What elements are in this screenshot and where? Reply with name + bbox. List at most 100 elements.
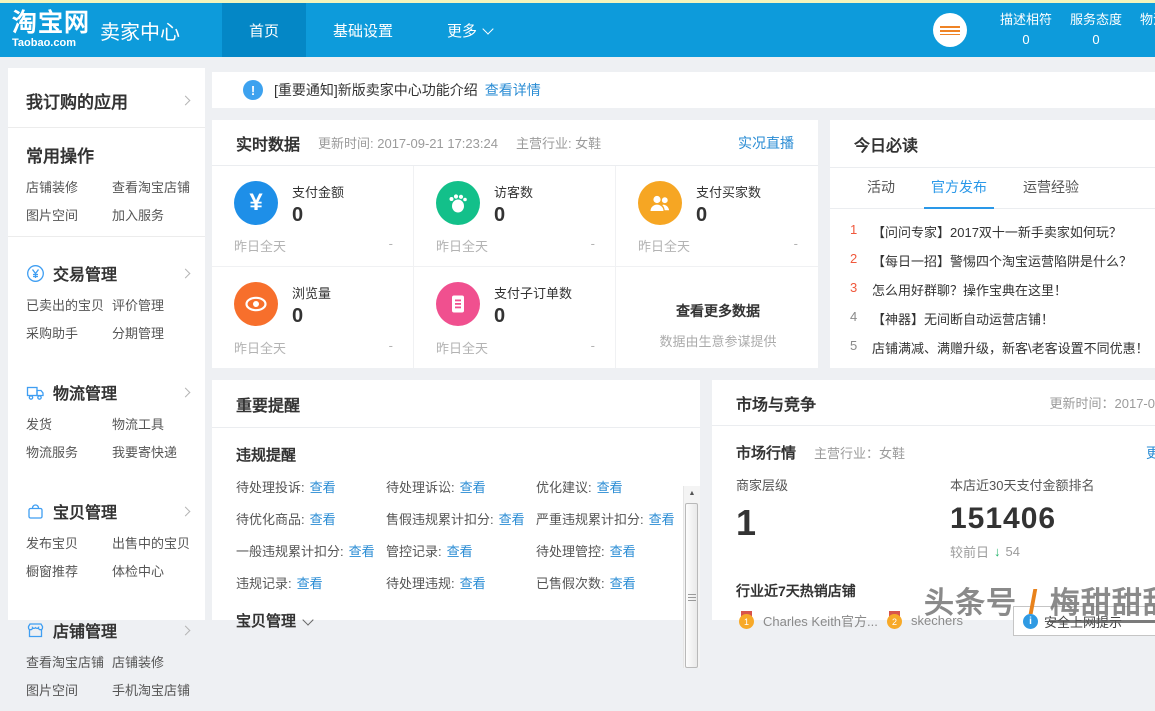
news-item[interactable]: 3 怎么用好群聊？操作宝典在这里！ bbox=[830, 277, 1155, 306]
reminder-label: 优化建议: bbox=[536, 480, 592, 495]
sidebar-link[interactable]: 查看淘宝店铺 bbox=[112, 179, 197, 197]
news-item[interactable]: 4 【神器】无间断自动运营店铺！ bbox=[830, 306, 1155, 335]
bag-icon bbox=[26, 502, 45, 521]
top-bar: 淘宝网 Taobao.com 卖家中心 首页 基础设置 更多 描述相符 0 服务… bbox=[0, 3, 1155, 57]
tab-activities[interactable]: 活动 bbox=[860, 177, 902, 208]
more-link[interactable]: 更多 bbox=[1146, 443, 1155, 463]
sidebar-item-shop[interactable]: 店铺管理 bbox=[8, 592, 205, 652]
stat-card-payment: 支付金额 0 昨日全天- bbox=[212, 166, 414, 267]
news-title: 怎么用好群聊？操作宝典在这里！ bbox=[872, 277, 1067, 299]
taobao-logo[interactable]: 淘宝网 Taobao.com bbox=[12, 11, 90, 49]
sidebar-link[interactable]: 店铺装修 bbox=[26, 179, 112, 197]
scrollbar-grip-icon bbox=[688, 594, 696, 601]
tab-official-release[interactable]: 官方发布 bbox=[924, 177, 994, 208]
news-item[interactable]: 1 【问问专家】2017双十一新手卖家如何玩？ bbox=[830, 219, 1155, 248]
market-industry: 主营行业：女鞋 bbox=[814, 443, 905, 462]
section-logistics-label: 物流管理 bbox=[53, 380, 182, 404]
stat-value: 0 bbox=[696, 204, 798, 227]
nav-more-label: 更多 bbox=[447, 20, 477, 41]
view-link[interactable]: 查看 bbox=[310, 512, 336, 527]
sidebar-link[interactable]: 手机淘宝店铺 bbox=[112, 682, 197, 700]
view-link[interactable]: 查看 bbox=[610, 544, 636, 559]
nav-basic-settings[interactable]: 基础设置 bbox=[306, 3, 420, 57]
sidebar-link[interactable]: 店铺装修 bbox=[112, 654, 197, 672]
exclamation-circle-icon bbox=[243, 80, 263, 100]
stat-label: 支付金额 bbox=[292, 181, 393, 201]
sidebar-link[interactable]: 发货 bbox=[26, 416, 112, 434]
sidebar-link[interactable]: 出售中的宝贝 bbox=[112, 535, 197, 553]
stat-value: 0 bbox=[494, 204, 595, 227]
view-link[interactable]: 查看 bbox=[597, 480, 623, 495]
sidebar-link[interactable]: 图片空间 bbox=[26, 682, 112, 700]
users-icon bbox=[638, 181, 682, 225]
logistics-links: 发货 物流工具 物流服务 我要寄快递 bbox=[8, 414, 205, 473]
view-link[interactable]: 查看 bbox=[499, 512, 525, 527]
news-rank: 1 bbox=[850, 219, 872, 237]
arrow-down-icon bbox=[994, 544, 1001, 559]
item-management-toggle[interactable]: 宝贝管理 bbox=[236, 610, 700, 631]
view-link[interactable]: 查看 bbox=[460, 576, 486, 591]
sidebar-link[interactable]: 采购助手 bbox=[26, 325, 112, 343]
sidebar-item-purchased-apps[interactable]: 我订购的应用 bbox=[8, 68, 205, 127]
purchased-apps-label: 我订购的应用 bbox=[26, 88, 128, 113]
stat-sub-value: - bbox=[591, 338, 595, 357]
reminders-header: 重要提醒 bbox=[212, 380, 700, 428]
sidebar-item-trade[interactable]: 交易管理 bbox=[8, 237, 205, 295]
view-link[interactable]: 查看 bbox=[349, 544, 375, 559]
items-links: 发布宝贝 出售中的宝贝 橱窗推荐 体检中心 bbox=[8, 533, 205, 592]
sidebar-link[interactable]: 体检中心 bbox=[112, 563, 197, 581]
hot-shop-item[interactable]: 1 Charles Keith官方... bbox=[738, 611, 886, 630]
avatar[interactable] bbox=[933, 13, 967, 47]
sidebar-item-items[interactable]: 宝贝管理 bbox=[8, 473, 205, 533]
chevron-right-icon bbox=[181, 625, 191, 635]
rank-delta: 较前日 54 bbox=[950, 542, 1094, 561]
sidebar-link[interactable]: 已卖出的宝贝 bbox=[26, 297, 112, 315]
news-item[interactable]: 5 店铺满减、满赠升级，新客\老客设置不同优惠！ bbox=[830, 335, 1155, 364]
nav-more[interactable]: 更多 bbox=[420, 3, 519, 57]
reminder-item: 待处理管控:查看 bbox=[536, 541, 686, 560]
stat-sub-label: 昨日全天 bbox=[638, 236, 690, 255]
score-logistics[interactable]: 物流服务 0 bbox=[1131, 10, 1155, 50]
score-description[interactable]: 描述相符 0 bbox=[991, 10, 1061, 50]
view-link[interactable]: 查看 bbox=[297, 576, 323, 591]
view-more-data-link[interactable]: 查看更多数据 bbox=[676, 301, 760, 321]
sidebar-link[interactable]: 橱窗推荐 bbox=[26, 563, 112, 581]
live-broadcast-link[interactable]: 实况直播 bbox=[738, 133, 794, 153]
sidebar-link[interactable]: 我要寄快递 bbox=[112, 444, 197, 462]
sidebar-link[interactable]: 物流工具 bbox=[112, 416, 197, 434]
stat-label: 访客数 bbox=[494, 181, 595, 201]
scrollbar[interactable] bbox=[683, 486, 700, 668]
news-title: 店铺满减、满赠升级，新客\老客设置不同优惠！ bbox=[872, 335, 1149, 357]
realtime-updated: 更新时间: 2017-09-21 17:23:24 bbox=[318, 133, 498, 152]
score-service[interactable]: 服务态度 0 bbox=[1061, 10, 1131, 50]
scrollbar-thumb[interactable] bbox=[685, 503, 698, 668]
tab-operation-experience[interactable]: 运营经验 bbox=[1016, 177, 1086, 208]
section-items-label: 宝贝管理 bbox=[53, 499, 182, 523]
sidebar-link[interactable]: 加入服务 bbox=[112, 207, 197, 225]
stat-label: 支付子订单数 bbox=[494, 282, 595, 302]
stat-sub-value: - bbox=[389, 338, 393, 357]
view-link[interactable]: 查看 bbox=[310, 480, 336, 495]
stat-sub-value: - bbox=[591, 236, 595, 255]
sidebar-link[interactable]: 评价管理 bbox=[112, 297, 197, 315]
market-header: 市场与竞争 更新时间：2017-0 bbox=[712, 380, 1155, 426]
reminder-label: 管控记录: bbox=[386, 544, 442, 559]
payment-rank-label: 本店近30天支付金额排名 bbox=[950, 475, 1094, 494]
view-link[interactable]: 查看 bbox=[649, 512, 675, 527]
payment-rank-block: 本店近30天支付金额排名 151406 较前日 54 bbox=[950, 475, 1094, 561]
sidebar-item-logistics[interactable]: 物流管理 bbox=[8, 354, 205, 414]
stat-sub-label: 昨日全天 bbox=[436, 338, 488, 357]
sidebar-link[interactable]: 图片空间 bbox=[26, 207, 112, 225]
sidebar-link[interactable]: 分期管理 bbox=[112, 325, 197, 343]
nav-home[interactable]: 首页 bbox=[222, 3, 306, 57]
view-link[interactable]: 查看 bbox=[610, 576, 636, 591]
sidebar-link[interactable]: 查看淘宝店铺 bbox=[26, 654, 112, 672]
notice-detail-link[interactable]: 查看详情 bbox=[485, 80, 541, 100]
view-link[interactable]: 查看 bbox=[447, 544, 473, 559]
sidebar-link[interactable]: 物流服务 bbox=[26, 444, 112, 462]
scrollbar-up-arrow-icon[interactable] bbox=[684, 486, 700, 501]
view-link[interactable]: 查看 bbox=[460, 480, 486, 495]
stat-card-pageviews: 浏览量 0 昨日全天- bbox=[212, 267, 414, 368]
sidebar-link[interactable]: 发布宝贝 bbox=[26, 535, 112, 553]
news-item[interactable]: 2 【每日一招】警惕四个淘宝运营陷阱是什么？ bbox=[830, 248, 1155, 277]
